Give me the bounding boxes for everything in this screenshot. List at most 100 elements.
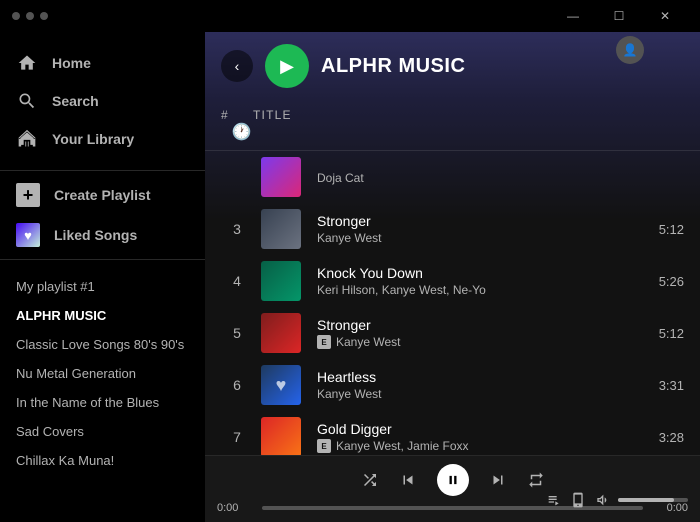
minimize-button[interactable]: — [550,0,596,32]
track-thumbnail [261,417,301,455]
repeat-button[interactable] [527,471,545,489]
track-duration: 5:12 [624,222,684,237]
table-row[interactable]: 7 Gold Digger EKanye West, Jamie Foxx 3:… [205,411,700,455]
time-current: 0:00 [217,502,252,514]
create-playlist-label: Create Playlist [54,187,151,203]
playlist-item[interactable]: ALPHR MUSIC [0,301,205,330]
track-num: 7 [221,429,253,445]
close-button[interactable]: ✕ [642,0,688,32]
track-title: Knock You Down [317,265,616,281]
main-layout: Home Search Your Library [0,32,700,522]
sidebar-divider-2 [0,259,205,260]
track-thumbnail: ♥ [261,365,301,405]
sidebar-item-home[interactable]: Home [0,44,205,82]
table-row[interactable]: 6 ♥ Heartless Kanye West 3:31 [205,359,700,411]
track-artist: EKanye West [317,335,616,350]
table-row[interactable]: Doja Cat [205,151,700,203]
home-label: Home [52,55,91,71]
play-large-button[interactable]: ▶ [265,44,309,88]
playlist-item[interactable]: My playlist #1 [0,272,205,301]
playlist-item[interactable]: Sad Covers [0,417,205,446]
col-title: TITLE [253,108,684,122]
track-num: 6 [221,377,253,393]
track-title: Heartless [317,369,616,385]
track-info: Doja Cat [317,169,616,185]
queue-button[interactable] [546,492,562,508]
volume-button[interactable] [594,492,610,508]
playlist-item[interactable]: In the Name of the Blues [0,388,205,417]
right-controls [546,492,688,508]
back-button[interactable]: ‹ [221,50,253,82]
table-row[interactable]: 4 Knock You Down Keri Hilson, Kanye West… [205,255,700,307]
dot-2 [26,12,34,20]
dot-1 [12,12,20,20]
dot-3 [40,12,48,20]
content-area: 👤 ‹ ▶ ALPHR MUSIC # TITLE 🕐 Doja Cat 3 [205,32,700,522]
search-label: Search [52,93,99,109]
maximize-button[interactable]: ☐ [596,0,642,32]
home-icon [16,52,38,74]
track-info: Heartless Kanye West [317,369,616,401]
library-icon [16,128,38,150]
track-duration: 5:12 [624,326,684,341]
create-playlist-item[interactable]: + Create Playlist [0,175,205,215]
shuffle-button[interactable] [361,471,379,489]
track-duration: 5:26 [624,274,684,289]
table-row[interactable]: 3 Stronger Kanye West 5:12 [205,203,700,255]
user-avatar[interactable]: 👤 [616,36,644,64]
library-label: Your Library [52,131,134,147]
app-topbar: — ☐ ✕ [0,0,700,32]
player-bar: 0:00 0:00 [205,455,700,522]
next-button[interactable] [489,471,507,489]
sidebar-item-library[interactable]: Your Library [0,120,205,158]
track-rows: Doja Cat 3 Stronger Kanye West 5:12 4 Kn… [205,151,700,455]
explicit-badge: E [317,335,331,349]
volume-fill [618,498,674,502]
pause-button[interactable] [437,464,469,496]
liked-songs-item[interactable]: ♥ Liked Songs [0,215,205,255]
playlist-title: ALPHR MUSIC [321,55,465,78]
sidebar-item-search[interactable]: Search [0,82,205,120]
col-num: # [221,108,253,122]
track-num: 3 [221,221,253,237]
liked-songs-icon: ♥ [16,223,40,247]
playlist-item[interactable]: Nu Metal Generation [0,359,205,388]
track-artist: EKanye West, Jamie Foxx [317,439,616,454]
track-title: Gold Digger [317,421,616,437]
playlist-item[interactable]: Chillax Ka Muna! [0,446,205,475]
track-num: 4 [221,273,253,289]
track-thumbnail [261,209,301,249]
explicit-badge: E [317,439,331,453]
track-info: Knock You Down Keri Hilson, Kanye West, … [317,265,616,297]
search-icon [16,90,38,112]
playlist-list: My playlist #1ALPHR MUSICClassic Love So… [0,264,205,483]
playlist-item[interactable]: Classic Love Songs 80's 90's [0,330,205,359]
track-thumbnail [261,261,301,301]
sidebar: Home Search Your Library [0,32,205,522]
nav-items: Home Search Your Library [0,32,205,166]
create-playlist-icon: + [16,183,40,207]
track-artist: Kanye West [317,387,616,401]
track-duration: 3:31 [624,378,684,393]
volume-bar[interactable] [618,498,688,502]
track-list-header: # TITLE 🕐 [205,100,700,151]
track-artist: Keri Hilson, Kanye West, Ne-Yo [317,283,616,297]
prev-button[interactable] [399,471,417,489]
track-title: Stronger [317,317,616,333]
track-thumbnail [261,313,301,353]
track-info: Stronger Kanye West [317,213,616,245]
track-title: Stronger [317,213,616,229]
track-list-container[interactable]: # TITLE 🕐 Doja Cat 3 Stronger Kanye West… [205,100,700,455]
sidebar-divider-1 [0,170,205,171]
col-duration-icon: 🕐 [221,122,253,142]
track-duration: 3:28 [624,430,684,445]
track-artist: Doja Cat [317,171,616,185]
window-dots [12,12,48,20]
device-button[interactable] [570,492,586,508]
track-artist: Kanye West [317,231,616,245]
liked-songs-label: Liked Songs [54,227,137,243]
track-info: Gold Digger EKanye West, Jamie Foxx [317,421,616,454]
track-info: Stronger EKanye West [317,317,616,350]
track-thumbnail [261,157,301,197]
table-row[interactable]: 5 Stronger EKanye West 5:12 [205,307,700,359]
